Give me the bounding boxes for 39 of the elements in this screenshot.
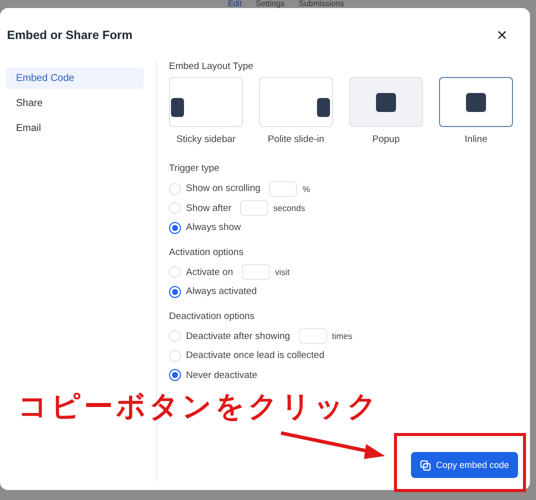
option-label: Activate on (186, 266, 233, 278)
radio-button[interactable] (169, 369, 181, 382)
sidebar-item[interactable]: Email (6, 117, 144, 139)
option-label: Show after (186, 202, 232, 214)
sidebar-item[interactable]: Embed Code (6, 67, 144, 89)
unit-label: visit (275, 267, 290, 278)
layout-label: Sticky sidebar (176, 134, 236, 145)
option-label: Show on scrolling (186, 183, 260, 194)
option-label: Always show (186, 222, 241, 234)
copy-embed-code-button[interactable]: Copy embed code (410, 452, 518, 478)
radio-button[interactable] (169, 222, 181, 234)
number-field[interactable] (242, 264, 270, 280)
layout-label: Inline (464, 134, 488, 145)
dialog-title: Embed or Share Form (7, 28, 132, 42)
number-field[interactable] (299, 328, 328, 344)
copy-icon (420, 460, 431, 470)
unit-label: times (332, 331, 352, 342)
option-label: Deactivate once lead is collected (186, 350, 324, 362)
page-tab[interactable]: Settings (256, 0, 285, 8)
page-tab[interactable]: Edit (228, 0, 242, 8)
layout-label: Popup (372, 134, 400, 145)
unit-label: seconds (273, 203, 306, 214)
section-heading: Trigger type (169, 163, 220, 174)
number-field[interactable] (269, 180, 298, 197)
sidebar-item[interactable]: Share (6, 92, 144, 114)
annotation-text: コピーボタンをクリック (18, 392, 380, 421)
layout-label: Polite slide-in (268, 134, 324, 145)
radio-button[interactable] (169, 286, 181, 298)
section-heading: Deactivation options (169, 310, 256, 322)
close-button[interactable]: × (494, 26, 510, 44)
option-label: Never deactivate (186, 370, 258, 381)
section-heading: Activation options (169, 246, 244, 258)
unit-label: % (302, 184, 310, 194)
section-heading: Embed Layout Type (169, 61, 254, 72)
number-field[interactable] (240, 200, 268, 216)
page-tab[interactable]: Submissions (298, 0, 344, 8)
option-label: Always activated (186, 286, 257, 298)
option-label: Deactivate after showing (186, 330, 290, 342)
layout-option[interactable] (439, 77, 513, 127)
